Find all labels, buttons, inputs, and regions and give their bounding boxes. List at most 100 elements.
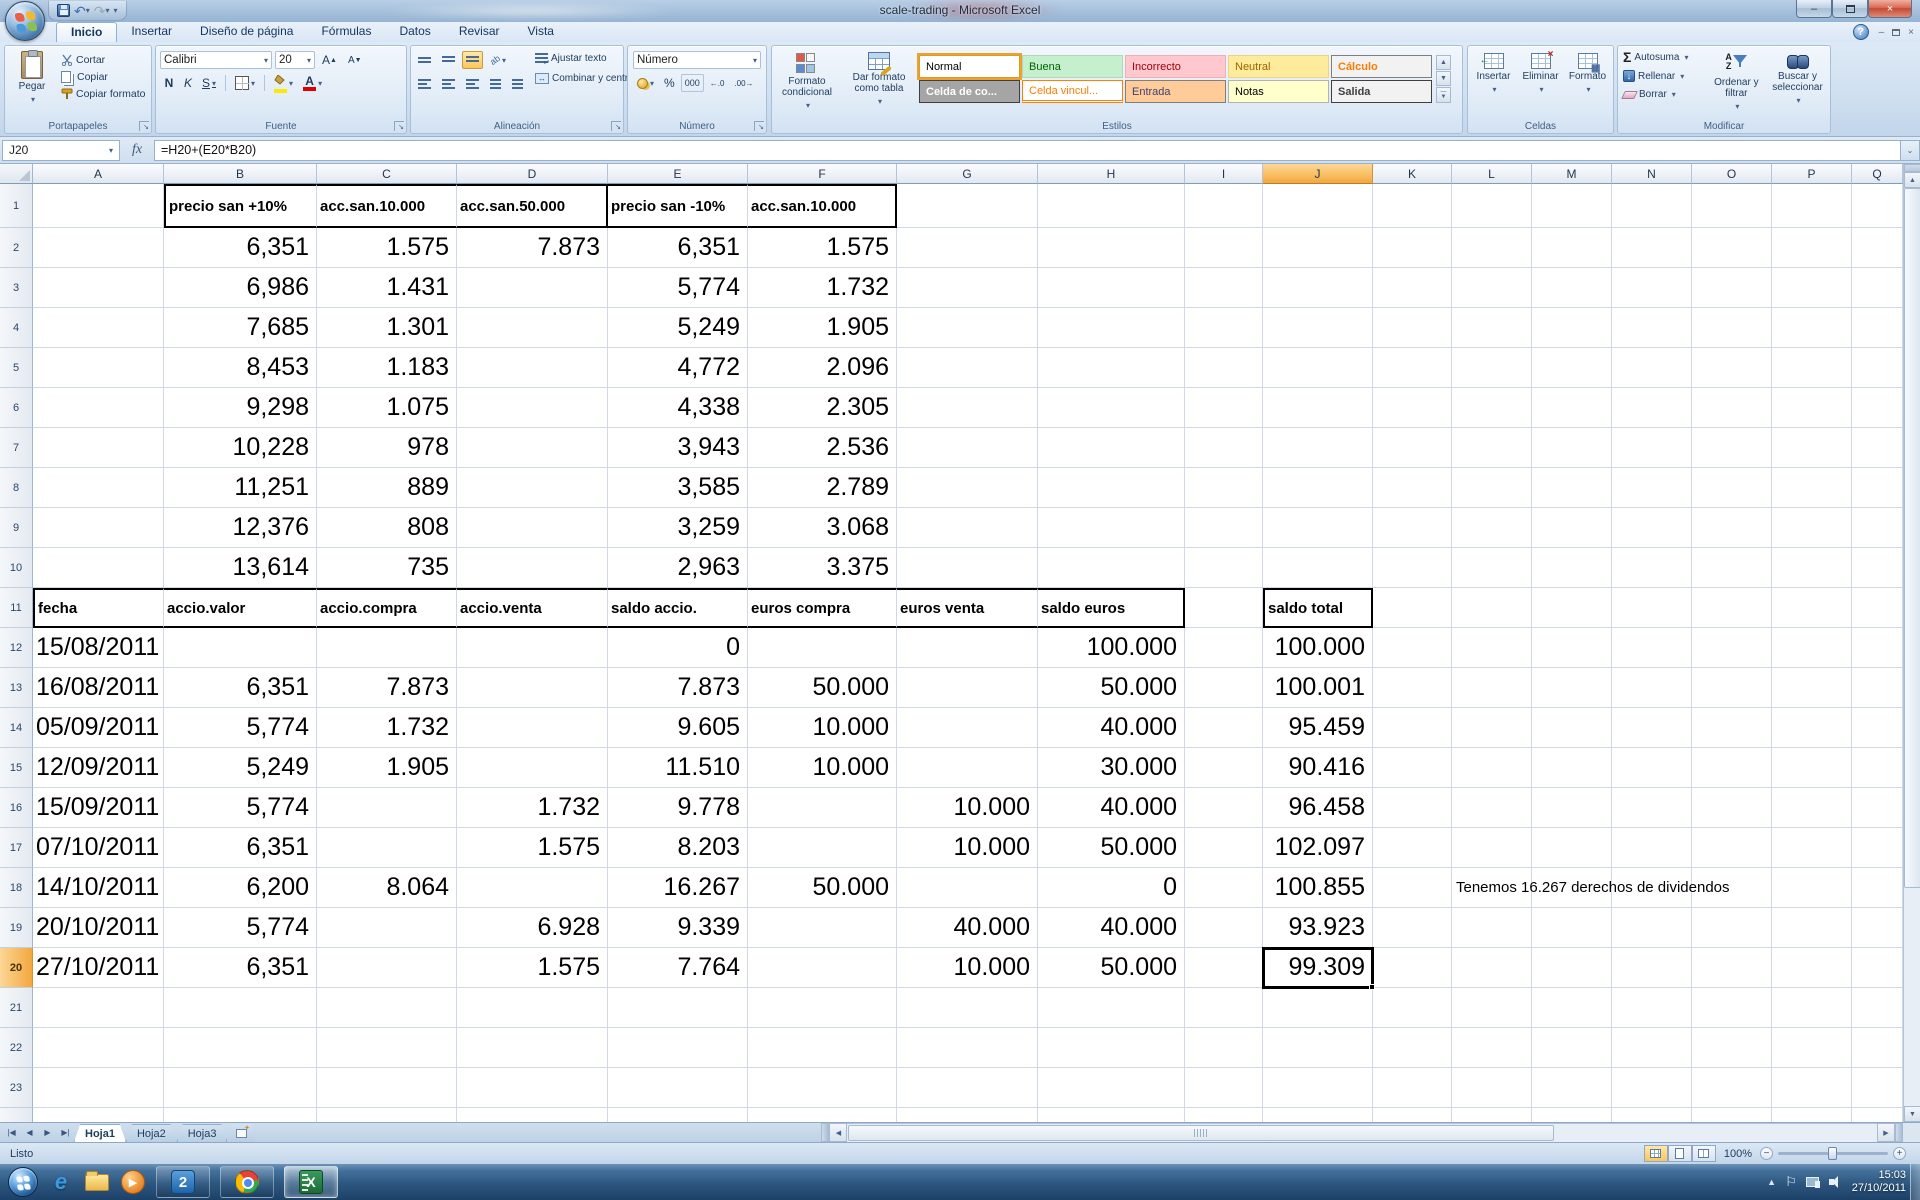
cell[interactable]: 50.000 [1038, 948, 1185, 988]
cell[interactable] [457, 748, 608, 788]
cell[interactable] [1532, 828, 1612, 868]
cell[interactable] [1852, 228, 1903, 268]
column-header-D[interactable]: D [457, 164, 608, 184]
cell[interactable] [1373, 908, 1452, 948]
taskbar-ie-button[interactable]: e [48, 1169, 74, 1195]
cell[interactable]: 10.000 [897, 828, 1038, 868]
cell[interactable] [1263, 348, 1373, 388]
cell[interactable] [1185, 948, 1263, 988]
cell[interactable] [1373, 948, 1452, 988]
cell[interactable] [1263, 388, 1373, 428]
align-center-button[interactable] [438, 75, 459, 93]
increase-indent-button[interactable] [508, 75, 527, 93]
cell[interactable] [1373, 1108, 1452, 1122]
cell[interactable]: 95.459 [1263, 708, 1373, 748]
cell[interactable] [1263, 1028, 1373, 1068]
cell[interactable] [33, 508, 164, 548]
cell[interactable]: Tenemos 16.267 derechos de dividendos [1452, 868, 1532, 908]
cell[interactable] [164, 1108, 317, 1122]
cell[interactable]: 07/10/2011 [33, 828, 164, 868]
cell[interactable] [1612, 788, 1692, 828]
scroll-right-icon[interactable]: ▶ [1877, 1123, 1895, 1142]
cell[interactable] [1373, 748, 1452, 788]
cell[interactable] [1692, 468, 1772, 508]
ribbon-tab-f-rmulas[interactable]: Fórmulas [307, 22, 385, 42]
cell-style-item[interactable]: Buena [1022, 55, 1123, 78]
gallery-scroll-down-icon[interactable]: ▼ [1436, 71, 1451, 86]
row-header-4[interactable]: 4 [0, 308, 33, 348]
cell[interactable] [1852, 388, 1903, 428]
cell[interactable]: 735 [317, 548, 457, 588]
row-header-13[interactable]: 13 [0, 668, 33, 708]
cell[interactable] [1532, 788, 1612, 828]
cell[interactable]: 100.855 [1263, 868, 1373, 908]
cell[interactable]: 5,774 [164, 908, 317, 948]
ribbon-tab-inicio[interactable]: Inicio [56, 22, 117, 42]
cell[interactable]: 10.000 [897, 948, 1038, 988]
cell[interactable] [1692, 788, 1772, 828]
start-button[interactable] [8, 1167, 38, 1197]
cell[interactable] [33, 548, 164, 588]
cell[interactable] [1772, 468, 1852, 508]
cell[interactable] [1373, 388, 1452, 428]
cell[interactable] [33, 388, 164, 428]
cell[interactable] [1263, 184, 1373, 228]
vertical-split-handle[interactable] [1904, 164, 1920, 172]
cell[interactable] [1185, 268, 1263, 308]
cell[interactable] [1185, 228, 1263, 268]
cell[interactable] [1692, 184, 1772, 228]
cell[interactable] [608, 988, 748, 1028]
cell[interactable] [748, 628, 897, 668]
cell[interactable]: 6,351 [164, 828, 317, 868]
cell[interactable] [1772, 748, 1852, 788]
cell[interactable] [1692, 988, 1772, 1028]
cell[interactable] [33, 1028, 164, 1068]
cell[interactable] [33, 184, 164, 228]
cell[interactable] [1612, 508, 1692, 548]
cell-style-item[interactable]: Celda vincul... [1022, 80, 1123, 103]
cell[interactable] [164, 988, 317, 1028]
cell[interactable]: 9,298 [164, 388, 317, 428]
shrink-font-button[interactable]: A▼ [344, 51, 366, 69]
cell[interactable] [457, 1108, 608, 1122]
cell[interactable]: 2.305 [748, 388, 897, 428]
cell[interactable] [1612, 748, 1692, 788]
cell[interactable] [1532, 308, 1612, 348]
cell[interactable]: 2.536 [748, 428, 897, 468]
cell[interactable]: 96.458 [1263, 788, 1373, 828]
cell[interactable] [1692, 948, 1772, 988]
cell[interactable]: 1.905 [317, 748, 457, 788]
column-header-K[interactable]: K [1373, 164, 1452, 184]
cell[interactable] [1373, 668, 1452, 708]
cell[interactable] [33, 1068, 164, 1108]
cell[interactable] [1373, 828, 1452, 868]
cell[interactable]: 9.339 [608, 908, 748, 948]
cell-style-item[interactable]: Celda de co... [919, 80, 1020, 103]
cell[interactable] [33, 1108, 164, 1122]
cell-style-item[interactable]: Incorrecto [1125, 55, 1226, 78]
cell[interactable] [1263, 1108, 1373, 1122]
cell[interactable] [164, 628, 317, 668]
row-header-21[interactable]: 21 [0, 988, 33, 1028]
cell[interactable] [1612, 468, 1692, 508]
align-right-button[interactable] [462, 75, 483, 93]
cell[interactable] [1185, 708, 1263, 748]
row-header-10[interactable]: 10 [0, 548, 33, 588]
cell[interactable] [1373, 1028, 1452, 1068]
cell[interactable] [1772, 908, 1852, 948]
cell[interactable] [1532, 948, 1612, 988]
cell[interactable]: 27/10/2011 [33, 948, 164, 988]
cell[interactable] [1772, 388, 1852, 428]
alignment-dialog-launcher[interactable]: ↘ [611, 121, 621, 131]
prev-sheet-button[interactable]: ◀ [21, 1125, 38, 1141]
align-middle-button[interactable] [438, 51, 459, 69]
cell[interactable]: 102.097 [1263, 828, 1373, 868]
cell[interactable]: 93.923 [1263, 908, 1373, 948]
cell[interactable] [1452, 268, 1532, 308]
cell[interactable] [1692, 548, 1772, 588]
cell-style-item[interactable]: Entrada [1125, 80, 1226, 103]
fill-button[interactable]: ↓ Rellenar [1621, 69, 1705, 83]
column-header-H[interactable]: H [1038, 164, 1185, 184]
cell[interactable] [1692, 588, 1772, 628]
align-left-button[interactable] [414, 75, 435, 93]
